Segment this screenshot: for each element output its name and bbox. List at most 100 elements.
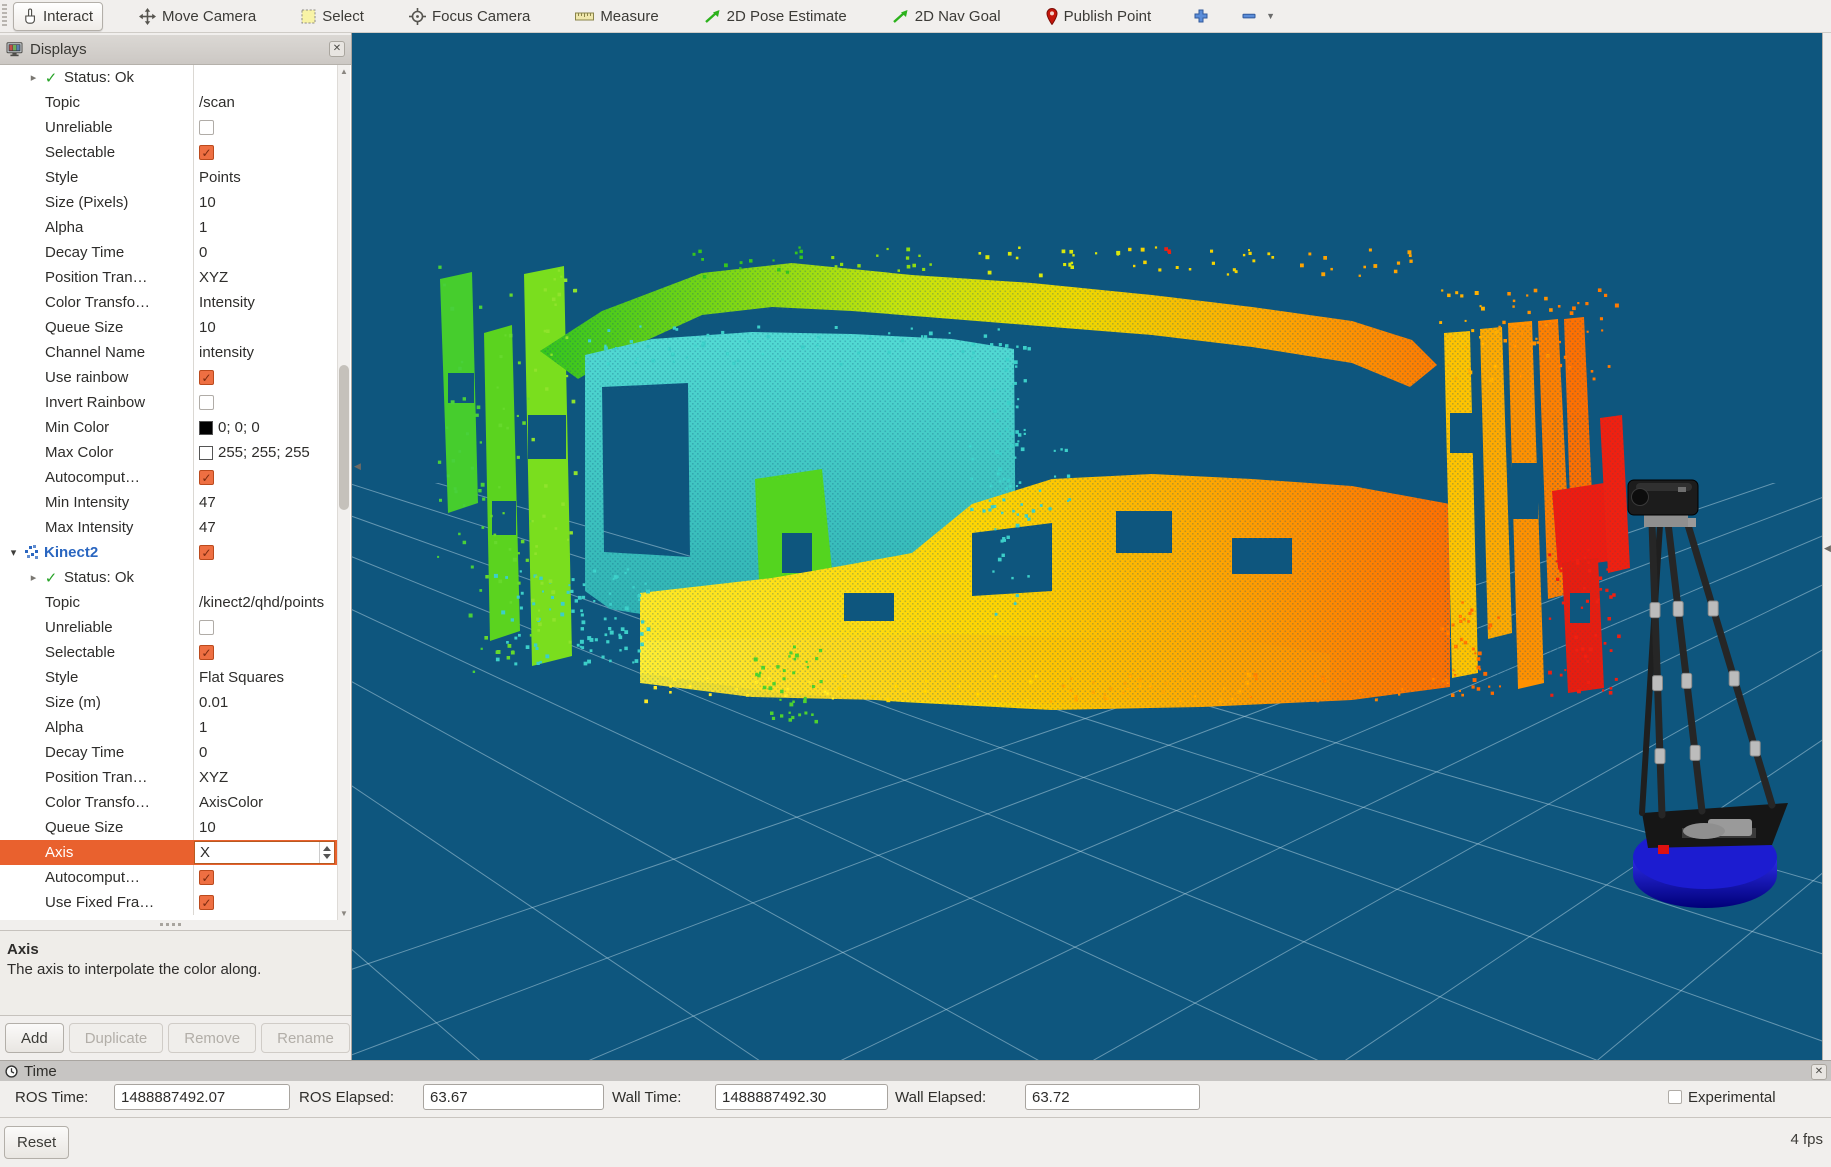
checkbox[interactable]: ✓ (199, 545, 214, 560)
clock-icon (5, 1065, 18, 1078)
checkbox[interactable]: ✓ (199, 470, 214, 485)
property-row-unreliable[interactable]: Unreliable (0, 115, 337, 140)
remove-tool-button[interactable]: ▼ (1235, 3, 1281, 30)
property-row-status-ok[interactable]: ▸✓Status: Ok (0, 65, 337, 90)
tree-scrollbar[interactable]: ▲ ▼ (337, 65, 350, 920)
checkbox[interactable] (199, 620, 214, 635)
minus-icon (1241, 8, 1257, 24)
add-tool-button[interactable] (1187, 3, 1221, 30)
property-row-decay-time[interactable]: Decay Time0 (0, 240, 337, 265)
property-row-autocomput[interactable]: Autocomput…✓ (0, 465, 337, 490)
duplicate-button[interactable]: Duplicate (69, 1023, 164, 1053)
tool-select[interactable]: Select (292, 3, 373, 30)
row-label: Style (45, 169, 78, 186)
property-row-color-transfo[interactable]: Color Transfo…Intensity (0, 290, 337, 315)
row-label: Alpha (45, 719, 83, 736)
remove-button[interactable]: Remove (168, 1023, 256, 1053)
property-row-channel-name[interactable]: Channel Nameintensity (0, 340, 337, 365)
property-row-selectable[interactable]: Selectable✓ (0, 640, 337, 665)
experimental-checkbox[interactable] (1668, 1090, 1682, 1104)
expand-icon[interactable]: ▸ (27, 71, 40, 84)
tool-focus-camera[interactable]: Focus Camera (400, 3, 539, 30)
tool-publish-point[interactable]: Publish Point (1037, 3, 1161, 30)
property-row-topic[interactable]: Topic/scan (0, 90, 337, 115)
collapsed-right-panel[interactable]: ◀ (1822, 33, 1831, 1060)
add-button[interactable]: Add (5, 1023, 64, 1053)
property-row-queue-size[interactable]: Queue Size10 (0, 315, 337, 340)
displays-close-icon[interactable]: ✕ (329, 41, 345, 57)
tool-2d-pose-estimate[interactable]: 2D Pose Estimate (695, 3, 856, 30)
ros-time-input[interactable] (114, 1084, 290, 1110)
scroll-up-icon[interactable]: ▲ (338, 67, 350, 76)
panel-collapse-right-icon[interactable]: ◀ (1824, 543, 1831, 554)
color-swatch[interactable] (199, 446, 213, 460)
tool-measure[interactable]: Measure (566, 3, 667, 30)
property-row-style[interactable]: StyleFlat Squares (0, 665, 337, 690)
display-row-kinect2[interactable]: ▾Kinect2✓ (0, 540, 337, 565)
checkbox[interactable] (199, 120, 214, 135)
3d-viewport[interactable]: ◀ (352, 33, 1822, 1060)
scroll-down-icon[interactable]: ▼ (338, 909, 350, 918)
checkbox[interactable]: ✓ (199, 895, 214, 910)
wall-elapsed-input[interactable] (1025, 1084, 1200, 1110)
property-row-topic[interactable]: Topic/kinect2/qhd/points (0, 590, 337, 615)
checkbox[interactable]: ✓ (199, 870, 214, 885)
property-row-style[interactable]: StylePoints (0, 165, 337, 190)
scrollbar-thumb[interactable] (339, 365, 349, 510)
experimental-label: Experimental (1688, 1089, 1776, 1106)
property-row-selectable[interactable]: Selectable ✓ (0, 140, 337, 165)
row-label: Max Color (45, 444, 113, 461)
tool-interact[interactable]: Interact (13, 2, 103, 31)
property-row-use-rainbow[interactable]: Use rainbow✓ (0, 365, 337, 390)
property-row-size-pixels[interactable]: Size (Pixels)10 (0, 190, 337, 215)
row-value: Intensity (199, 294, 255, 311)
property-row-decay-time[interactable]: Decay Time0 (0, 740, 337, 765)
property-row-min-color[interactable]: Min Color0; 0; 0 (0, 415, 337, 440)
time-panel-titlebar[interactable]: Time ✕ (0, 1060, 1831, 1081)
row-label: Selectable (45, 144, 115, 161)
hand-icon (23, 8, 37, 25)
ros-elapsed-input[interactable] (423, 1084, 604, 1110)
property-row-autocomput[interactable]: Autocomput…✓ (0, 865, 337, 890)
reset-button[interactable]: Reset (4, 1126, 69, 1159)
checkbox[interactable]: ✓ (199, 645, 214, 660)
tool-2d-nav-goal[interactable]: 2D Nav Goal (883, 3, 1010, 30)
property-row-position-tran[interactable]: Position Tran…XYZ (0, 265, 337, 290)
collapse-icon[interactable]: ▾ (7, 546, 20, 559)
row-label: Position Tran… (45, 769, 148, 786)
tool-move-camera[interactable]: Move Camera (130, 3, 265, 30)
property-row-color-transfo[interactable]: Color Transfo…AxisColor (0, 790, 337, 815)
property-row-min-intensity[interactable]: Min Intensity47 (0, 490, 337, 515)
rename-button[interactable]: Rename (261, 1023, 350, 1053)
property-row-status-ok[interactable]: ▸✓Status: Ok (0, 565, 337, 590)
row-label: Style (45, 669, 78, 686)
property-row-use-fixed-fra[interactable]: Use Fixed Fra…✓ (0, 890, 337, 915)
wall-time-input[interactable] (715, 1084, 888, 1110)
expand-icon[interactable]: ▸ (27, 571, 40, 584)
checkbox[interactable]: ✓ (199, 370, 214, 385)
displays-panel-title: Displays (30, 41, 87, 58)
property-row-alpha[interactable]: Alpha1 (0, 215, 337, 240)
help-splitter[interactable] (0, 920, 351, 930)
displays-panel-titlebar[interactable]: Displays ✕ (0, 35, 351, 65)
row-label: Max Intensity (45, 519, 133, 536)
spinner-arrows-icon[interactable] (319, 842, 334, 863)
property-row-queue-size[interactable]: Queue Size10 (0, 815, 337, 840)
toolbar-drag-handle[interactable] (2, 4, 7, 28)
property-row-max-color[interactable]: Max Color255; 255; 255 (0, 440, 337, 465)
row-label: Alpha (45, 219, 83, 236)
property-row-invert-rainbow[interactable]: Invert Rainbow (0, 390, 337, 415)
property-row-max-intensity[interactable]: Max Intensity47 (0, 515, 337, 540)
checkbox[interactable]: ✓ (199, 145, 214, 160)
property-row-alpha[interactable]: Alpha1 (0, 715, 337, 740)
color-swatch[interactable] (199, 421, 213, 435)
time-close-icon[interactable]: ✕ (1811, 1064, 1827, 1080)
checkbox[interactable] (199, 395, 214, 410)
panel-collapse-left-icon[interactable]: ◀ (354, 461, 361, 472)
property-row-size-m[interactable]: Size (m)0.01 (0, 690, 337, 715)
property-row-unreliable[interactable]: Unreliable (0, 615, 337, 640)
tool-label: 2D Nav Goal (915, 8, 1001, 25)
axis-spinner[interactable]: X (194, 841, 335, 864)
property-row-position-tran[interactable]: Position Tran…XYZ (0, 765, 337, 790)
property-row-axis[interactable]: AxisX (0, 840, 337, 865)
